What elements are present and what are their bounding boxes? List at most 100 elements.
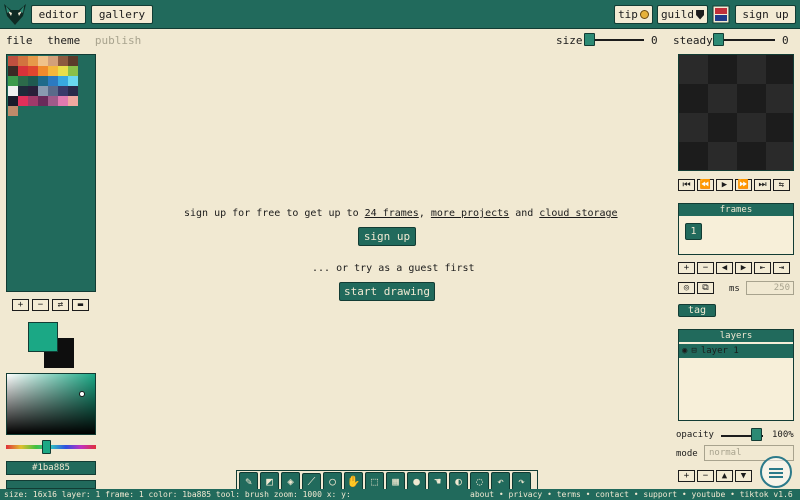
palette-swatch[interactable]: [48, 76, 58, 86]
and-text: and: [515, 208, 534, 219]
footer-links[interactable]: about • privacy • terms • contact • supp…: [470, 489, 793, 500]
palette-swatch[interactable]: [48, 86, 58, 96]
palette-swatch[interactable]: [48, 96, 58, 106]
duplicate-frame-icon[interactable]: ⇤: [754, 262, 771, 274]
palette-swatch[interactable]: [38, 66, 48, 76]
tip-button[interactable]: tip: [614, 5, 653, 24]
palette-swatch[interactable]: [28, 66, 38, 76]
palette-swatch[interactable]: [8, 56, 18, 66]
steady-slider-knob[interactable]: [713, 33, 724, 46]
palette-swatch[interactable]: [68, 56, 78, 66]
playback-controls: ⏮ ⏪ ▶ ⏩ ⏭ ⇆: [678, 179, 790, 191]
tag-button[interactable]: tag: [678, 304, 716, 317]
loop-icon[interactable]: ⇆: [773, 179, 790, 191]
size-slider-knob[interactable]: [584, 33, 595, 46]
palette-swatch[interactable]: [48, 56, 58, 66]
coin-icon: [639, 10, 649, 19]
menu-theme[interactable]: theme: [47, 34, 80, 47]
remove-color-button[interactable]: −: [32, 299, 49, 311]
opacity-slider-knob[interactable]: [751, 428, 762, 441]
projects-link[interactable]: more projects: [431, 208, 509, 219]
palette-swatch[interactable]: [68, 66, 78, 76]
editor-button[interactable]: editor: [31, 5, 86, 24]
palette-swatch[interactable]: [38, 56, 48, 66]
menu-file[interactable]: file: [6, 34, 33, 47]
menu-publish[interactable]: publish: [95, 34, 141, 47]
color-picker-area[interactable]: [6, 373, 96, 435]
palette-swatch[interactable]: [8, 76, 18, 86]
palette-swatch[interactable]: [38, 96, 48, 106]
move-layer-down-icon[interactable]: ▼: [735, 470, 752, 482]
status-text: size: 16x16 layer: 1 frame: 1 color: 1ba…: [4, 490, 351, 499]
onion-skin-icon[interactable]: ◎: [678, 282, 695, 294]
layer-row[interactable]: ◉ ⊟ layer 1: [679, 344, 793, 358]
add-frame-button[interactable]: +: [678, 262, 695, 274]
hue-slider-knob[interactable]: [42, 440, 51, 454]
frame-thumb[interactable]: 1: [685, 223, 702, 240]
palette-swatch[interactable]: [58, 56, 68, 66]
palette-swatch[interactable]: [18, 56, 28, 66]
palette-swatch[interactable]: [58, 66, 68, 76]
move-frame-right-icon[interactable]: ▶: [735, 262, 752, 274]
primary-color-swatch[interactable]: [28, 322, 58, 352]
merge-frame-icon[interactable]: ⇥: [773, 262, 790, 274]
gallery-button[interactable]: gallery: [91, 5, 153, 24]
palette-swatch[interactable]: [18, 86, 28, 96]
guild-button[interactable]: guild: [657, 5, 708, 24]
flag-icon[interactable]: [712, 5, 730, 24]
frame-duration-input[interactable]: 250: [746, 281, 794, 295]
save-palette-icon[interactable]: ▬: [72, 299, 89, 311]
palette-swatch[interactable]: [18, 76, 28, 86]
signup-main-button[interactable]: sign up: [358, 227, 416, 246]
palette-swatch[interactable]: [38, 76, 48, 86]
palette-swatch[interactable]: [58, 86, 68, 96]
last-frame-icon[interactable]: ⏭: [754, 179, 771, 191]
layer-name[interactable]: layer 1: [701, 346, 739, 356]
frame-controls: + − ◀ ▶ ⇤ ⇥: [678, 262, 790, 274]
next-frame-icon[interactable]: ⏩: [735, 179, 752, 191]
wolf-logo-icon[interactable]: [2, 2, 28, 27]
move-frame-left-icon[interactable]: ◀: [716, 262, 733, 274]
add-color-button[interactable]: +: [12, 299, 29, 311]
first-frame-icon[interactable]: ⏮: [678, 179, 695, 191]
palette-swatch[interactable]: [68, 96, 78, 106]
add-layer-button[interactable]: +: [678, 470, 695, 482]
palette-swatch[interactable]: [58, 76, 68, 86]
eye-icon[interactable]: ◉: [682, 346, 687, 356]
palette-swatch[interactable]: [68, 76, 78, 86]
palette-swatch[interactable]: [8, 106, 18, 116]
remove-layer-button[interactable]: −: [697, 470, 714, 482]
palette-swatch[interactable]: [38, 86, 48, 96]
copy-frame-icon[interactable]: ⧉: [697, 282, 714, 294]
preview-canvas[interactable]: [678, 54, 794, 171]
palette-swatch[interactable]: [8, 66, 18, 76]
palette-swatch[interactable]: [48, 66, 58, 76]
hue-slider[interactable]: [6, 445, 96, 449]
palette-swatch[interactable]: [8, 86, 18, 96]
palette-swatch[interactable]: [28, 76, 38, 86]
move-layer-up-icon[interactable]: ▲: [716, 470, 733, 482]
play-icon[interactable]: ▶: [716, 179, 733, 191]
lock-icon[interactable]: ⊟: [691, 346, 696, 356]
palette-panel: [6, 54, 96, 292]
hex-input[interactable]: #1ba885: [6, 461, 96, 475]
swap-palette-icon[interactable]: ⇄: [52, 299, 69, 311]
palette-swatch[interactable]: [28, 56, 38, 66]
start-drawing-button[interactable]: start drawing: [339, 282, 435, 301]
palette-swatch[interactable]: [58, 96, 68, 106]
palette-swatch[interactable]: [68, 86, 78, 96]
help-menu-icon[interactable]: [760, 456, 792, 488]
palette-swatch[interactable]: [18, 96, 28, 106]
palette-swatch[interactable]: [28, 86, 38, 96]
palette-swatch[interactable]: [18, 66, 28, 76]
frames-link[interactable]: 24 frames: [365, 208, 419, 219]
palette-tools: + − ⇄ ▬: [12, 299, 89, 311]
palette-swatch[interactable]: [8, 96, 18, 106]
opacity-value: 100%: [772, 430, 794, 440]
signup-top-button[interactable]: sign up: [735, 5, 796, 24]
prev-frame-icon[interactable]: ⏪: [697, 179, 714, 191]
remove-frame-button[interactable]: −: [697, 262, 714, 274]
palette-swatch[interactable]: [28, 96, 38, 106]
color-picker-handle[interactable]: [79, 391, 85, 397]
storage-link[interactable]: cloud storage: [539, 208, 617, 219]
